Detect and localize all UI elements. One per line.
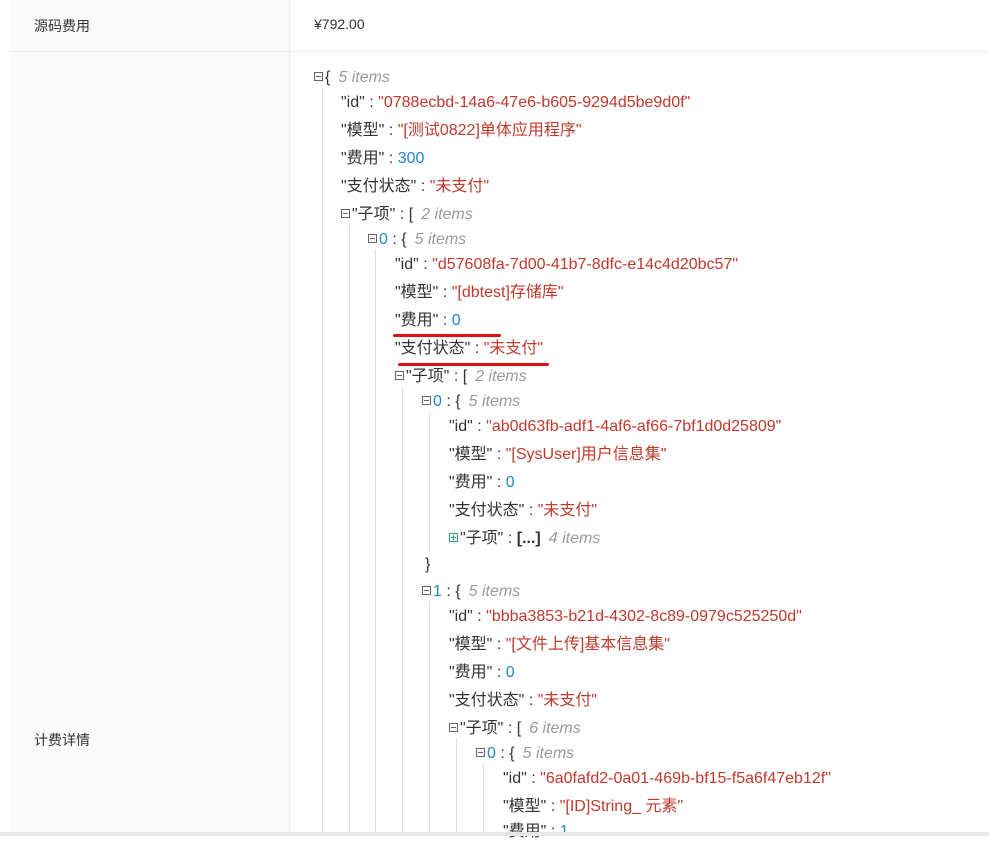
row-divider <box>10 51 989 52</box>
indent-guide <box>322 88 323 836</box>
indent-guide <box>429 602 430 836</box>
json-field-id: "id" : "6a0fafd2-0a01-469b-bf15-f5a6f47e… <box>503 770 831 787</box>
json-field-id: "id" : "ab0d63fb-adf1-4af6-af66-7bf1d0d2… <box>449 418 782 435</box>
json-field-id: "id" : "0788ecbd-14a6-47e6-b605-9294d5be… <box>341 94 691 111</box>
label-column <box>10 0 290 836</box>
json-field-fee: "费用" : 300 <box>341 150 425 167</box>
json-node-item-0[interactable]: 0 : {5 items <box>422 392 520 412</box>
json-field-pay-status: "支付状态" : "未支付" <box>395 340 544 357</box>
json-field-pay-status: "支付状态" : "未支付" <box>449 692 598 709</box>
indent-guide <box>483 764 484 836</box>
json-node-item-1[interactable]: 1 : {5 items <box>422 582 520 602</box>
json-field-pay-status: "支付状态" : "未支付" <box>449 502 598 519</box>
json-field-fee: "费用" : 0 <box>449 664 515 681</box>
collapse-icon[interactable] <box>341 209 350 219</box>
json-close-brace: } <box>425 556 431 573</box>
json-node-root[interactable]: {5 items <box>314 68 390 88</box>
json-field-id: "id" : "bbba3853-b21d-4302-8c89-0979c525… <box>449 608 802 625</box>
json-field-model: "模型" : "[文件上传]基本信息集" <box>449 636 670 653</box>
items-count: 5 items <box>338 69 390 86</box>
json-field-model: "模型" : "[测试0822]单体应用程序" <box>341 122 582 139</box>
json-node-item-0[interactable]: 0 : {5 items <box>368 230 466 250</box>
annotation-underline <box>398 363 549 366</box>
json-node-children-collapsed[interactable]: "子项" : [...] 4 items <box>449 529 600 549</box>
json-node-item-0[interactable]: 0 : {5 items <box>476 744 574 764</box>
indent-guide <box>456 739 457 836</box>
json-field-model: "模型" : "[ID]String_ 元素" <box>503 798 684 815</box>
cost-value: ¥792.00 <box>314 16 365 32</box>
cost-label: 源码费用 <box>34 18 90 34</box>
indent-guide <box>429 412 430 552</box>
json-node-children[interactable]: "子项" : [6 items <box>449 719 581 739</box>
horizontal-scrollbar[interactable] <box>0 832 989 836</box>
json-field-pay-status: "支付状态" : "未支付" <box>341 178 490 195</box>
json-field-model: "模型" : "[dbtest]存储库" <box>395 284 564 301</box>
indent-guide <box>349 225 350 836</box>
collapse-icon[interactable] <box>422 586 431 596</box>
collapse-icon[interactable] <box>449 723 458 733</box>
json-field-model: "模型" : "[SysUser]用户信息集" <box>449 446 667 463</box>
collapse-icon[interactable] <box>368 234 377 244</box>
collapse-icon[interactable] <box>476 748 485 758</box>
indent-guide <box>375 250 376 836</box>
collapse-icon[interactable] <box>395 371 404 381</box>
json-node-children[interactable]: "子项" : [2 items <box>341 205 473 225</box>
json-field-id: "id" : "d57608fa-7d00-41b7-8dfc-e14c4d20… <box>395 256 738 273</box>
annotation-underline <box>393 334 501 337</box>
json-field-fee: "费用" : 0 <box>395 312 461 329</box>
collapse-icon[interactable] <box>314 72 323 82</box>
detail-label: 计费详情 <box>34 732 90 748</box>
collapse-icon[interactable] <box>422 396 431 406</box>
json-node-children[interactable]: "子项" : [2 items <box>395 367 527 387</box>
json-field-fee: "费用" : 0 <box>449 474 515 491</box>
indent-guide <box>402 387 403 836</box>
expand-icon[interactable] <box>449 533 458 543</box>
